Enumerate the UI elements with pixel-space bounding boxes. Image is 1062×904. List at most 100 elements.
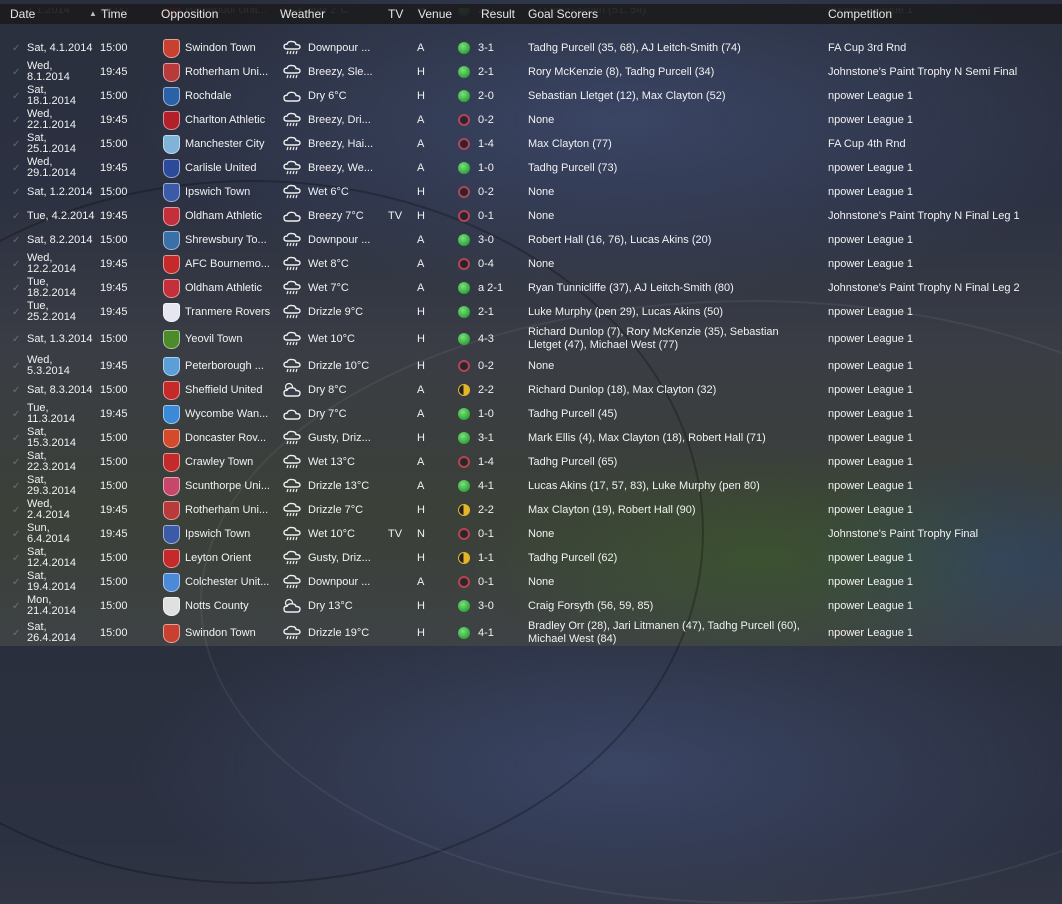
- opposition-link[interactable]: Manchester City: [185, 132, 264, 156]
- competition-link[interactable]: npower League 1: [828, 108, 913, 132]
- team-crest-icon[interactable]: [162, 618, 180, 648]
- competition-link[interactable]: npower League 1: [828, 252, 913, 276]
- header-tv[interactable]: TV: [388, 7, 403, 21]
- fixture-row[interactable]: ✓ Wed, 29.1.2014 19:45 Carlisle United Breezy…: [0, 156, 1062, 180]
- fixture-row[interactable]: ✓ Sat, 18.1.2014 15:00 Rochdale Dry 6°C H 2-0 Se…: [0, 84, 1062, 108]
- opposition-link[interactable]: Carlisle United: [185, 156, 257, 180]
- team-crest-icon[interactable]: [162, 132, 180, 156]
- team-crest-icon[interactable]: [162, 570, 180, 594]
- competition-link[interactable]: npower League 1: [828, 300, 913, 324]
- sort-ascending-icon[interactable]: ▲: [89, 9, 97, 18]
- fixture-row[interactable]: ✓ Sat, 8.3.2014 15:00 Sheffield United Dry 8…: [0, 378, 1062, 402]
- match-result-link[interactable]: 2-0: [478, 84, 494, 108]
- opposition-link[interactable]: Swindon Town: [185, 618, 256, 648]
- match-result-link[interactable]: 3-0: [478, 228, 494, 252]
- header-result[interactable]: Result: [481, 7, 515, 21]
- fixture-row[interactable]: ✓ Sat, 15.3.2014 15:00 Doncaster Rov... Gusty…: [0, 426, 1062, 450]
- team-crest-icon[interactable]: [162, 324, 180, 354]
- match-result-link[interactable]: 2-2: [478, 378, 494, 402]
- opposition-link[interactable]: Notts County: [185, 594, 249, 618]
- team-crest-icon[interactable]: [162, 450, 180, 474]
- fixture-row[interactable]: ✓ Sat, 1.3.2014 15:00 Yeovil Town Wet 10°C H 4…: [0, 324, 1062, 354]
- competition-link[interactable]: FA Cup 4th Rnd: [828, 132, 906, 156]
- match-result-link[interactable]: 1-0: [478, 402, 494, 426]
- header-goal-scorers[interactable]: Goal Scorers: [528, 7, 598, 21]
- match-result-link[interactable]: 4-1: [478, 618, 494, 648]
- competition-link[interactable]: npower League 1: [828, 378, 913, 402]
- competition-link[interactable]: npower League 1: [828, 156, 913, 180]
- team-crest-icon[interactable]: [162, 276, 180, 300]
- fixture-row[interactable]: ✓ Wed, 2.4.2014 19:45 Rotherham Uni... Drizzl…: [0, 498, 1062, 522]
- fixture-row[interactable]: ✓ Sat, 4.1.2014 15:00 Swindon Town Downpour …: [0, 36, 1062, 60]
- opposition-link[interactable]: Yeovil Town: [185, 324, 243, 354]
- competition-link[interactable]: Johnstone's Paint Trophy N Final Leg 2: [828, 276, 1020, 300]
- opposition-link[interactable]: Scunthorpe Uni...: [185, 474, 270, 498]
- fixture-row[interactable]: ✓ Sun, 6.4.2014 19:45 Ipswich Town Wet 10°C TV…: [0, 522, 1062, 546]
- competition-link[interactable]: npower League 1: [828, 474, 913, 498]
- competition-link[interactable]: npower League 1: [828, 84, 913, 108]
- team-crest-icon[interactable]: [162, 354, 180, 378]
- header-opposition[interactable]: Opposition: [161, 7, 218, 21]
- match-result-link[interactable]: 0-1: [478, 522, 494, 546]
- opposition-link[interactable]: Sheffield United: [185, 378, 262, 402]
- opposition-link[interactable]: Oldham Athletic: [185, 204, 262, 228]
- team-crest-icon[interactable]: [162, 522, 180, 546]
- fixture-row[interactable]: ✓ Sat, 25.1.2014 15:00 Manchester City Breezy…: [0, 132, 1062, 156]
- fixture-row[interactable]: ✓ Tue, 18.2.2014 19:45 Oldham Athletic Wet 7°…: [0, 276, 1062, 300]
- opposition-link[interactable]: Charlton Athletic: [185, 108, 265, 132]
- opposition-link[interactable]: Tranmere Rovers: [185, 300, 270, 324]
- match-result-link[interactable]: 2-2: [478, 498, 494, 522]
- opposition-link[interactable]: Ipswich Town: [185, 522, 250, 546]
- opposition-link[interactable]: Rochdale: [185, 84, 231, 108]
- match-result-link[interactable]: 1-4: [478, 450, 494, 474]
- competition-link[interactable]: npower League 1: [828, 618, 913, 648]
- competition-link[interactable]: npower League 1: [828, 498, 913, 522]
- match-result-link[interactable]: 0-2: [478, 180, 494, 204]
- opposition-link[interactable]: AFC Bournemo...: [185, 252, 270, 276]
- opposition-link[interactable]: Rotherham Uni...: [185, 498, 268, 522]
- team-crest-icon[interactable]: [162, 498, 180, 522]
- team-crest-icon[interactable]: [162, 402, 180, 426]
- team-crest-icon[interactable]: [162, 546, 180, 570]
- match-result-link[interactable]: 0-2: [478, 108, 494, 132]
- opposition-link[interactable]: Peterborough ...: [185, 354, 264, 378]
- competition-link[interactable]: Johnstone's Paint Trophy N Final Leg 1: [828, 204, 1020, 228]
- opposition-link[interactable]: Crawley Town: [185, 450, 253, 474]
- competition-link[interactable]: FA Cup 3rd Rnd: [828, 36, 906, 60]
- team-crest-icon[interactable]: [162, 300, 180, 324]
- match-result-link[interactable]: 3-0: [478, 594, 494, 618]
- fixture-row[interactable]: ✓ Wed, 8.1.2014 19:45 Rotherham Uni... Breezy…: [0, 60, 1062, 84]
- team-crest-icon[interactable]: [162, 228, 180, 252]
- opposition-link[interactable]: Swindon Town: [185, 36, 256, 60]
- competition-link[interactable]: Johnstone's Paint Trophy N Semi Final: [828, 60, 1017, 84]
- match-result-link[interactable]: 0-4: [478, 252, 494, 276]
- team-crest-icon[interactable]: [162, 60, 180, 84]
- team-crest-icon[interactable]: [162, 426, 180, 450]
- team-crest-icon[interactable]: [162, 180, 180, 204]
- opposition-link[interactable]: Rotherham Uni...: [185, 60, 268, 84]
- competition-link[interactable]: npower League 1: [828, 324, 913, 354]
- match-result-link[interactable]: 3-1: [478, 36, 494, 60]
- team-crest-icon[interactable]: [162, 378, 180, 402]
- team-crest-icon[interactable]: [162, 474, 180, 498]
- opposition-link[interactable]: Colchester Unit...: [185, 570, 269, 594]
- competition-link[interactable]: npower League 1: [828, 354, 913, 378]
- competition-link[interactable]: npower League 1: [828, 594, 913, 618]
- header-weather[interactable]: Weather: [280, 7, 325, 21]
- fixture-row[interactable]: ✓ Sat, 29.3.2014 15:00 Scunthorpe Uni... Driz…: [0, 474, 1062, 498]
- fixture-row[interactable]: ✓ Sat, 1.2.2014 15:00 Ipswich Town Wet 6°C H 0…: [0, 180, 1062, 204]
- team-crest-icon[interactable]: [162, 252, 180, 276]
- team-crest-icon[interactable]: [162, 36, 180, 60]
- match-result-link[interactable]: 4-3: [478, 324, 494, 354]
- header-date[interactable]: Date: [10, 7, 35, 21]
- opposition-link[interactable]: Ipswich Town: [185, 180, 250, 204]
- team-crest-icon[interactable]: [162, 594, 180, 618]
- match-result-link[interactable]: 0-1: [478, 204, 494, 228]
- competition-link[interactable]: npower League 1: [828, 228, 913, 252]
- fixture-row[interactable]: ✓ Sat, 22.3.2014 15:00 Crawley Town Wet 13°C A…: [0, 450, 1062, 474]
- fixture-row[interactable]: ✓ Sat, 19.4.2014 15:00 Colchester Unit... Dow…: [0, 570, 1062, 594]
- match-result-link[interactable]: 1-0: [478, 156, 494, 180]
- match-result-link[interactable]: a 2-1: [478, 276, 503, 300]
- competition-link[interactable]: npower League 1: [828, 546, 913, 570]
- header-competition[interactable]: Competition: [828, 7, 892, 21]
